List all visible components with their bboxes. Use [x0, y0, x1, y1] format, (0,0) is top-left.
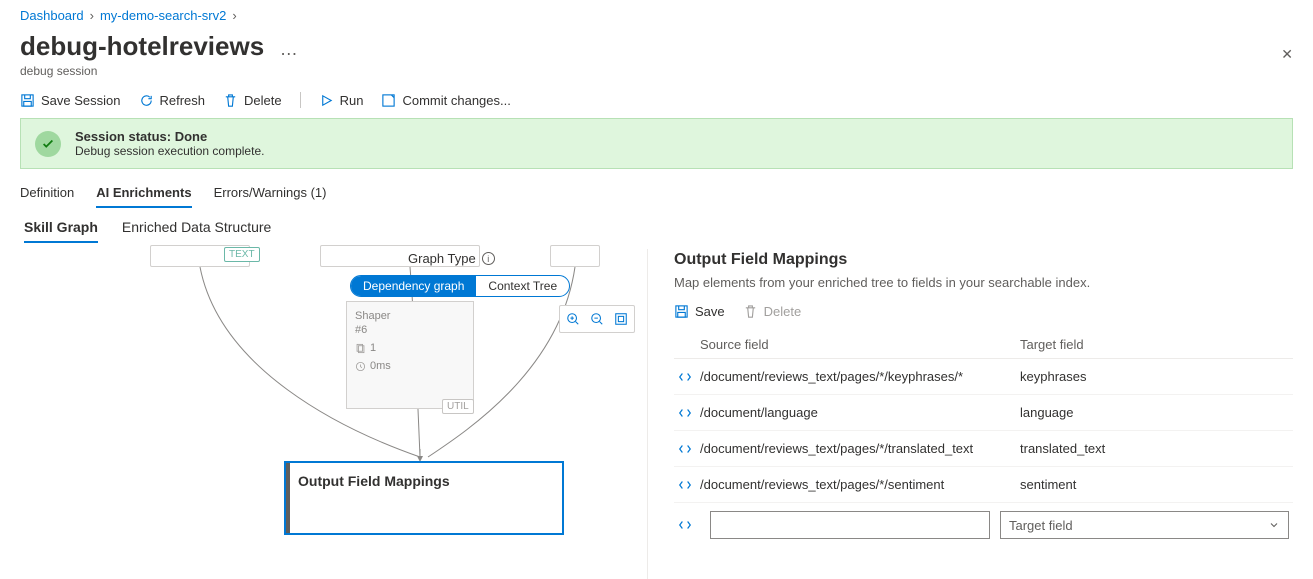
sub-tabs: Skill Graph Enriched Data Structure: [24, 219, 1293, 243]
run-button[interactable]: Run: [319, 93, 364, 108]
chevron-right-icon: ›: [232, 8, 236, 23]
graph-type-control: Graph Type i: [408, 251, 495, 266]
status-message: Debug session execution complete.: [75, 144, 264, 158]
status-banner: Session status: Done Debug session execu…: [20, 118, 1293, 169]
shaper-time: 0ms: [355, 360, 465, 372]
mapping-source: /document/reviews_text/pages/*/translate…: [700, 441, 1020, 456]
mapping-row[interactable]: /document/reviews_text/pages/*/sentiment…: [674, 467, 1293, 503]
toolbar-label: Delete: [244, 93, 282, 108]
refresh-button[interactable]: Refresh: [139, 93, 206, 108]
zoom-out-icon[interactable]: [586, 308, 608, 330]
details-description: Map elements from your enriched tree to …: [674, 275, 1293, 290]
top-tabs: Definition AI Enrichments Errors/Warning…: [20, 177, 1293, 209]
toolbar-label: Delete: [764, 304, 802, 319]
mapping-row[interactable]: /document/reviews_text/pages/*/translate…: [674, 431, 1293, 467]
code-icon: [678, 478, 700, 492]
code-icon: [678, 370, 700, 384]
subtab-enriched-data[interactable]: Enriched Data Structure: [122, 219, 271, 243]
shaper-skill-node[interactable]: Shaper #6 1 0ms: [346, 301, 474, 409]
chevron-right-icon: ›: [90, 8, 94, 23]
info-icon[interactable]: i: [482, 252, 495, 265]
mapping-source: /document/language: [700, 405, 1020, 420]
code-icon: [678, 518, 700, 532]
shaper-count: 1: [355, 342, 465, 354]
ofm-node-label: Output Field Mappings: [298, 473, 450, 489]
mapping-source: /document/reviews_text/pages/*/sentiment: [700, 477, 1020, 492]
save-icon: [674, 304, 689, 319]
toggle-dependency-graph[interactable]: Dependency graph: [351, 276, 476, 296]
save-session-button[interactable]: Save Session: [20, 93, 121, 108]
mapping-target: keyphrases: [1020, 369, 1289, 384]
separator: [300, 92, 301, 108]
mapping-target: sentiment: [1020, 477, 1289, 492]
mapping-target: translated_text: [1020, 441, 1289, 456]
save-icon: [20, 93, 35, 108]
tab-errors[interactable]: Errors/Warnings (1): [214, 177, 327, 208]
code-icon: [678, 442, 700, 456]
page-subtitle: debug session: [20, 64, 298, 78]
breadcrumb-item-dashboard[interactable]: Dashboard: [20, 8, 84, 23]
mapping-row[interactable]: /document/language language: [674, 395, 1293, 431]
mapping-new-row: Target field: [674, 503, 1293, 547]
source-field-input[interactable]: [710, 511, 990, 539]
commit-button[interactable]: Commit changes...: [381, 93, 510, 108]
chevron-down-icon: [1268, 519, 1280, 531]
output-field-mappings-node[interactable]: Output Field Mappings: [284, 461, 564, 535]
graph-type-toggle[interactable]: Dependency graph Context Tree: [350, 275, 570, 297]
commit-icon: [381, 93, 396, 108]
toolbar-label: Save: [695, 304, 725, 319]
success-check-icon: [35, 131, 61, 157]
toolbar: Save Session Refresh Delete Run Commit c…: [20, 92, 1293, 108]
subtab-skill-graph[interactable]: Skill Graph: [24, 219, 98, 243]
toolbar-label: Commit changes...: [402, 93, 510, 108]
toolbar-label: Refresh: [160, 93, 206, 108]
mapping-source: /document/reviews_text/pages/*/keyphrase…: [700, 369, 1020, 384]
code-icon: [678, 406, 700, 420]
col-source-header: Source field: [700, 337, 1020, 352]
shaper-title: Shaper: [355, 310, 465, 322]
details-title: Output Field Mappings: [674, 251, 1293, 269]
close-icon[interactable]: ✕: [1281, 46, 1293, 63]
tab-ai-enrichments[interactable]: AI Enrichments: [96, 177, 191, 208]
toggle-context-tree[interactable]: Context Tree: [476, 276, 569, 296]
delete-button[interactable]: Delete: [223, 93, 282, 108]
breadcrumb-item-service[interactable]: my-demo-search-srv2: [100, 8, 226, 23]
graph-pane: TEXT Graph Type i Dependency graph Conte…: [20, 249, 648, 579]
zoom-fit-icon[interactable]: [610, 308, 632, 330]
mapping-delete-button: Delete: [743, 304, 802, 319]
status-title: Session status: Done: [75, 129, 264, 144]
zoom-controls: [559, 305, 635, 333]
page-title: debug-hotelreviews: [20, 31, 264, 61]
play-icon: [319, 93, 334, 108]
tab-definition[interactable]: Definition: [20, 177, 74, 208]
mapping-save-button[interactable]: Save: [674, 304, 725, 319]
mapping-target: language: [1020, 405, 1289, 420]
toolbar-label: Run: [340, 93, 364, 108]
more-icon[interactable]: …: [280, 39, 298, 59]
trash-icon: [743, 304, 758, 319]
refresh-icon: [139, 93, 154, 108]
graph-type-label: Graph Type: [408, 251, 476, 266]
skill-node[interactable]: [550, 245, 600, 267]
col-target-header: Target field: [1020, 337, 1289, 352]
select-placeholder: Target field: [1009, 518, 1073, 533]
mapping-header: Source field Target field: [674, 331, 1293, 359]
breadcrumb: Dashboard › my-demo-search-srv2 ›: [20, 8, 1293, 23]
mapping-row[interactable]: /document/reviews_text/pages/*/keyphrase…: [674, 359, 1293, 395]
details-pane: Output Field Mappings Map elements from …: [648, 249, 1293, 579]
text-tag: TEXT: [224, 247, 260, 262]
toolbar-label: Save Session: [41, 93, 121, 108]
shaper-id: #6: [355, 324, 465, 336]
zoom-in-icon[interactable]: [562, 308, 584, 330]
util-tag: UTIL: [442, 399, 474, 414]
trash-icon: [223, 93, 238, 108]
target-field-select[interactable]: Target field: [1000, 511, 1289, 539]
